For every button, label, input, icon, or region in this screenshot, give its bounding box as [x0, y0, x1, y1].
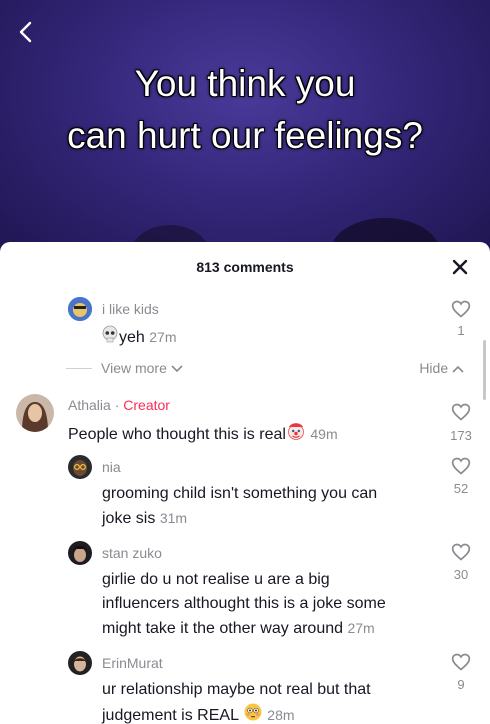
comment-time: 28m — [267, 707, 295, 724]
comment-line-last: judgement is REAL 28m — [102, 702, 371, 724]
close-button[interactable] — [450, 257, 470, 277]
like-button[interactable] — [451, 456, 471, 476]
comment-username-row: Athalia · Creator — [68, 397, 170, 413]
avatar[interactable] — [68, 455, 92, 479]
comment-time: 27m — [149, 329, 177, 346]
chevron-down-icon — [171, 365, 183, 373]
hide-label: Hide — [419, 360, 449, 376]
comment-time: 49m — [310, 426, 338, 443]
comment-text: yeh 27m — [101, 325, 176, 351]
comment-time: 27m — [347, 620, 375, 636]
heart-outline-icon — [451, 653, 471, 671]
divider — [66, 368, 92, 369]
avatar[interactable] — [68, 541, 92, 565]
comment-line-last: joke sis 31m — [102, 506, 377, 531]
comment-username[interactable]: stan zuko — [102, 545, 162, 561]
like-button[interactable] — [451, 299, 471, 319]
flushed-emoji — [243, 702, 263, 724]
creator-badge: Creator — [123, 397, 170, 413]
heart-outline-icon — [451, 403, 471, 421]
comment-time: 31m — [159, 510, 188, 526]
comment-username[interactable]: i like kids — [102, 301, 159, 317]
avatar[interactable] — [68, 297, 92, 321]
back-button[interactable] — [12, 18, 40, 46]
comment-line: judgement is REAL — [102, 707, 239, 724]
heart-outline-icon — [451, 300, 471, 318]
like-count: 9 — [457, 677, 465, 692]
heart-outline-icon — [451, 457, 471, 475]
video-background: You think you can hurt our feelings? — [0, 0, 490, 260]
comment-line: influencers althought this is a joke som… — [102, 595, 386, 612]
comment-text: People who thought this is real 49m — [68, 421, 338, 449]
comment-line: might take it the other way around — [102, 620, 344, 637]
comment-username[interactable]: Athalia — [68, 397, 111, 413]
like-button[interactable] — [451, 542, 471, 562]
avatar[interactable] — [68, 651, 92, 675]
chevron-left-icon — [19, 21, 32, 43]
comments-sheet: 813 comments i like kids yeh 27m 1 View … — [0, 242, 490, 724]
comment-username[interactable]: nia — [102, 459, 121, 475]
comment-text: girlie do u not realise u are a big infl… — [102, 568, 386, 641]
comments-header: 813 comments — [0, 242, 490, 292]
comment-body: People who thought this is real — [68, 426, 286, 444]
clown-emoji — [286, 421, 306, 449]
comment-username[interactable]: ErinMurat — [102, 655, 163, 671]
like-count: 30 — [453, 567, 469, 582]
reply-text: yeh — [119, 329, 145, 347]
comment-line-last: might take it the other way around 27m — [102, 616, 386, 641]
heart-outline-icon — [451, 543, 471, 561]
like-count: 173 — [450, 428, 472, 443]
comment-line: girlie do u not realise u are a big — [102, 571, 330, 588]
comment-line: ur relationship maybe not real but that — [102, 681, 371, 698]
skull-emoji — [101, 325, 119, 351]
hide-replies-button[interactable]: Hide — [419, 360, 464, 376]
caption-line-1: You think you — [134, 63, 356, 104]
caption-line-2: can hurt our feelings? — [67, 115, 423, 156]
comment-text: ur relationship maybe not real but that … — [102, 678, 371, 724]
avatar[interactable] — [16, 394, 54, 432]
scrollbar[interactable] — [483, 340, 486, 400]
comment-line: joke sis — [102, 510, 156, 527]
separator: · — [110, 397, 124, 413]
like-count: 1 — [457, 323, 465, 338]
like-count: 52 — [453, 481, 469, 496]
comment-text: grooming child isn't something you can j… — [102, 482, 377, 531]
video-caption: You think you can hurt our feelings? — [0, 58, 490, 162]
close-icon — [452, 259, 468, 275]
like-button[interactable] — [451, 402, 471, 422]
chevron-up-icon — [452, 366, 464, 373]
view-more-label: View more — [101, 360, 167, 376]
comment-line: grooming child isn't something you can — [102, 485, 378, 502]
comment-count: 813 comments — [196, 259, 294, 275]
like-button[interactable] — [451, 652, 471, 672]
view-more-button[interactable]: View more — [101, 360, 183, 376]
